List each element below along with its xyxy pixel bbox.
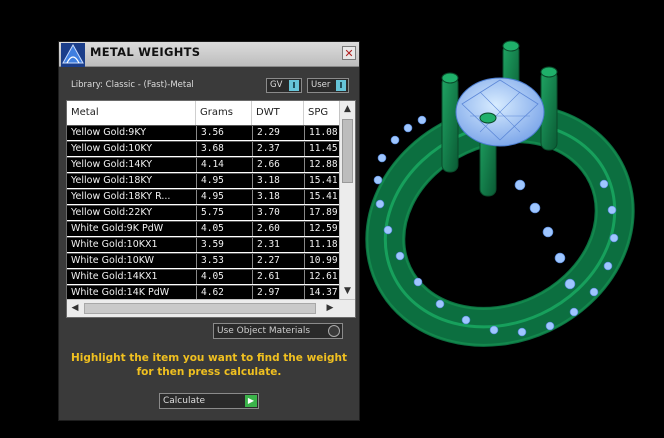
table-row[interactable]: Yellow Gold:9KY 3.56 2.29 11.08 [67,125,339,140]
grams-cell: 3.59 [196,238,251,252]
table-row[interactable]: Yellow Gold:14KY 4.14 2.66 12.88 [67,157,339,172]
spg-cell: 15.41 [304,174,339,188]
column-header-dwt[interactable]: DWT [252,101,304,125]
instruction-line-2: for then press calculate. [136,366,282,378]
dwt-cell: 3.18 [252,190,303,204]
table-row[interactable]: Yellow Gold:18KY R... 4.95 3.18 15.41 [67,189,339,204]
dwt-cell: 2.97 [252,286,303,299]
metal-cell: Yellow Gold:22KY [71,207,153,218]
column-header-metal[interactable]: Metal [67,101,196,125]
metal-cell: White Gold:10KX1 [71,239,158,250]
spg-cell: 12.59 [304,222,339,236]
spg-cell: 12.61 [304,270,339,284]
metal-cell: White Gold:14K PdW [71,287,170,298]
vertical-scrollbar[interactable]: ▲ ▼ [339,101,355,299]
dwt-cell: 2.61 [252,270,303,284]
instruction-text: Highlight the item you want to find the … [65,351,353,379]
close-icon[interactable]: ✕ [342,46,356,60]
metal-table: Metal Grams DWT SPG Yellow Gold:9KY 3.56 2… [66,100,356,318]
title-bar[interactable]: METAL WEIGHTS ✕ [59,42,359,67]
grams-cell: 4.95 [196,190,251,204]
table-row[interactable]: Yellow Gold:18KY 4.95 3.18 15.41 [67,173,339,188]
grams-cell: 3.53 [196,254,251,268]
metal-cell: Yellow Gold:18KY R... [71,191,171,202]
use-object-materials-label: Use Object Materials [217,326,311,336]
spg-cell: 11.08 [304,126,339,140]
table-header: Metal Grams DWT SPG [67,101,339,125]
metal-weights-panel: METAL WEIGHTS ✕ Library: Classic - (Fast… [58,41,360,421]
table-row[interactable]: White Gold:9K PdW 4.05 2.60 12.59 [67,221,339,236]
spg-cell: 10.99 [304,254,339,268]
grams-cell: 3.56 [196,126,251,140]
grams-cell: 4.05 [196,270,251,284]
metal-cell: White Gold:14KX1 [71,271,158,282]
table-row[interactable]: Yellow Gold:10KY 3.68 2.37 11.45 [67,141,339,156]
table-row[interactable]: White Gold:14K PdW 4.62 2.97 14.37 [67,285,339,299]
scroll-down-icon[interactable]: ▼ [340,283,355,299]
table-body: Yellow Gold:9KY 3.56 2.29 11.08 Yellow Gold:… [67,125,339,299]
metal-cell: Yellow Gold:10KY [71,143,153,154]
play-arrow-icon: ▶ [245,395,257,407]
horizontal-scroll-thumb[interactable] [84,303,316,314]
spg-cell: 12.88 [304,158,339,172]
dwt-cell: 2.29 [252,126,303,140]
grams-cell: 4.95 [196,174,251,188]
radio-icon [328,325,340,337]
spg-cell: 15.41 [304,190,339,204]
metal-cell: White Gold:10KW [71,255,155,266]
column-header-grams[interactable]: Grams [196,101,252,125]
user-toggle[interactable]: User I [307,78,349,93]
gv-toggle[interactable]: GV I [266,78,302,93]
grams-cell: 4.62 [196,286,251,299]
grams-cell: 4.05 [196,222,251,236]
window-title: METAL WEIGHTS [90,45,201,59]
scroll-left-icon[interactable]: ◀ [68,300,82,317]
scroll-up-icon[interactable]: ▲ [340,101,355,117]
library-label: Library: Classic - (Fast)-Metal [71,80,194,90]
dwt-cell: 3.70 [252,206,303,220]
table-row[interactable]: White Gold:14KX1 4.05 2.61 12.61 [67,269,339,284]
toggle-switch-icon: I [289,80,299,91]
metal-cell: Yellow Gold:9KY [71,127,147,138]
dwt-cell: 2.31 [252,238,303,252]
grams-cell: 5.75 [196,206,251,220]
table-row[interactable]: White Gold:10KX1 3.59 2.31 11.18 [67,237,339,252]
instruction-line-1: Highlight the item you want to find the … [71,352,347,364]
use-object-materials-toggle[interactable]: Use Object Materials [213,323,343,339]
dwt-cell: 2.66 [252,158,303,172]
grams-cell: 3.68 [196,142,251,156]
user-toggle-label: User [311,80,331,90]
vertical-scroll-thumb[interactable] [342,119,353,183]
dwt-cell: 2.37 [252,142,303,156]
dwt-cell: 2.60 [252,222,303,236]
calculate-label: Calculate [163,396,206,406]
spg-cell: 14.37 [304,286,339,299]
gv-toggle-label: GV [270,80,283,90]
scroll-right-icon[interactable]: ▶ [323,300,337,317]
dwt-cell: 3.18 [252,174,303,188]
calculate-button[interactable]: Calculate ▶ [159,393,259,409]
spg-cell: 17.89 [304,206,339,220]
spg-cell: 11.18 [304,238,339,252]
horizontal-scrollbar[interactable]: ◀ ▶ [67,299,355,317]
toggle-switch-icon: I [336,80,346,91]
column-header-spg[interactable]: SPG [304,101,339,125]
metal-cell: Yellow Gold:18KY [71,175,153,186]
grams-cell: 4.14 [196,158,251,172]
metal-cell: Yellow Gold:14KY [71,159,153,170]
app-logo-icon [61,43,85,67]
spg-cell: 11.45 [304,142,339,156]
dwt-cell: 2.27 [252,254,303,268]
table-row[interactable]: Yellow Gold:22KY 5.75 3.70 17.89 [67,205,339,220]
table-row[interactable]: White Gold:10KW 3.53 2.27 10.99 [67,253,339,268]
metal-cell: White Gold:9K PdW [71,223,164,234]
